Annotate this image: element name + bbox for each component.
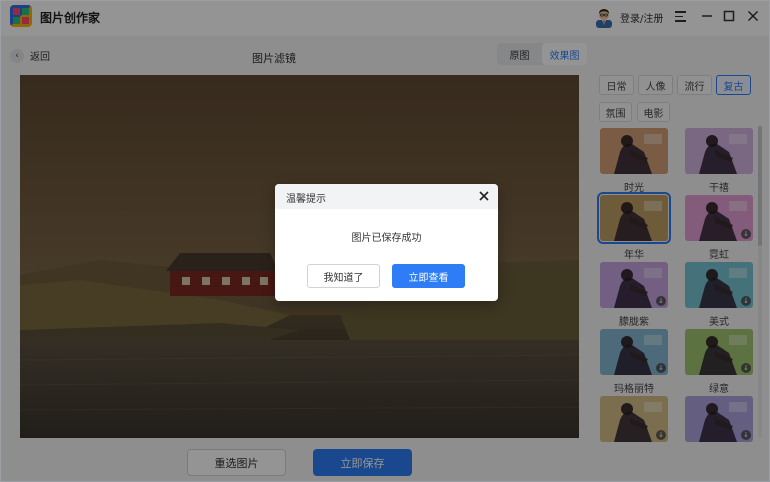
dialog-header: 温馨提示 [275,184,498,209]
got-it-button[interactable]: 我知道了 [307,264,380,288]
dialog-close-icon[interactable] [478,190,490,202]
view-now-button[interactable]: 立即查看 [392,264,465,288]
dialog-title: 温馨提示 [286,194,326,205]
dialog-message: 图片已保存成功 [351,233,422,244]
save-success-dialog: 温馨提示 图片已保存成功 我知道了 立即查看 [275,184,498,301]
